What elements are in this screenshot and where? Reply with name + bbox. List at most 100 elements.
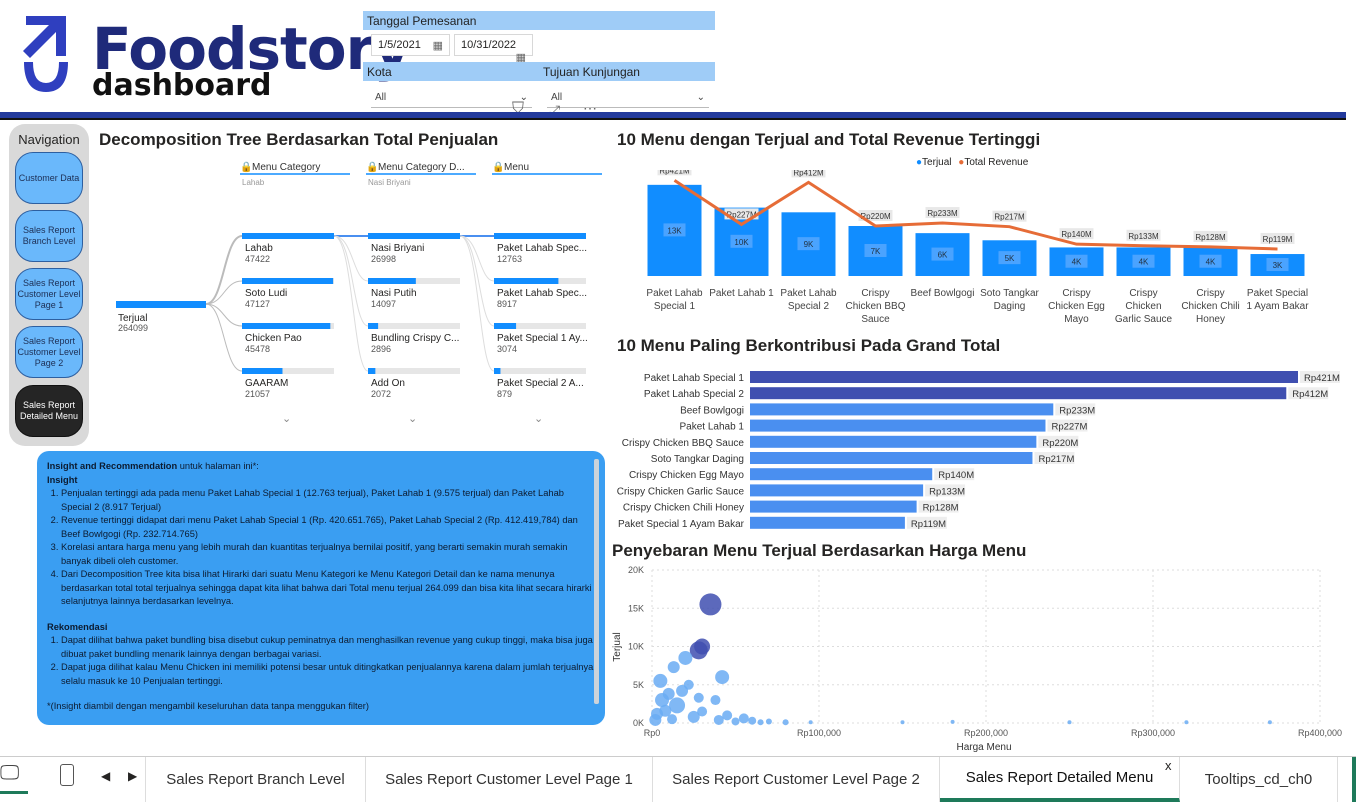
nav-branch-level-button[interactable]: Sales Report Branch Level — [15, 210, 83, 262]
x-tick-label: Garlic Sauce — [1115, 314, 1173, 325]
chevron-down-icon: ⌄ — [408, 413, 417, 425]
scatter-point — [699, 593, 722, 616]
hbar — [750, 371, 1298, 383]
hbar — [750, 387, 1287, 400]
desktop-view-icon[interactable]: 🖵 — [0, 762, 19, 785]
x-tick-label: Chicken Chili — [1181, 301, 1239, 312]
insight-scrollbar[interactable] — [594, 459, 599, 704]
x-tick-label: Crispy — [1062, 288, 1090, 299]
nav-customer-level-page2-button[interactable]: Sales Report Customer Level Page 2 — [15, 326, 83, 378]
level-subtitle: Lahab — [242, 178, 265, 187]
close-tab-icon[interactable]: x — [1165, 758, 1172, 773]
x-tick-label: Crispy — [861, 288, 889, 299]
tab-branch-level[interactable]: Sales Report Branch Level — [146, 757, 366, 802]
y-tick-label: 5K — [633, 680, 644, 690]
category-label: Crispy Chicken Garlic Sauce — [617, 486, 745, 497]
scatter-point — [748, 716, 757, 725]
insight-heading-rest: untuk halaman ini*: — [177, 461, 259, 471]
scatter-point — [678, 650, 693, 665]
lock-icon: 🔒 — [240, 161, 252, 173]
line-data-label: Rp128M — [1195, 233, 1226, 242]
tree-node-label: Paket Special 1 Ay... — [497, 333, 588, 344]
tab-tooltips[interactable]: Tooltips_cd_ch0 — [1180, 757, 1338, 802]
chevron-down-icon: ⌄ — [534, 413, 543, 425]
category-label: Crispy Chicken Chili Honey — [623, 503, 744, 514]
hbar — [750, 468, 933, 481]
tab-customer-level-page2[interactable]: Sales Report Customer Level Page 2 — [653, 757, 940, 802]
rec-item: Dapat juga dilihat kalau Menu Chicken in… — [61, 661, 595, 688]
next-page-icon[interactable]: ▶ — [128, 769, 137, 783]
tree-node-bar — [368, 323, 379, 329]
tree-connector — [459, 235, 495, 327]
hbar-data-label: Rp421M — [1304, 373, 1340, 384]
hbar — [750, 500, 917, 513]
scatter-point — [765, 718, 772, 725]
tab-detailed-menu[interactable]: Sales Report Detailed Menu — [940, 757, 1180, 802]
scatter-point — [667, 661, 680, 674]
y-tick-label: 20K — [628, 565, 644, 575]
tree-node-track — [368, 323, 460, 329]
tab-scroll-indicator[interactable] — [1352, 757, 1356, 802]
tree-connector — [459, 235, 495, 372]
x-tick-label: Soto Tangkar — [980, 288, 1039, 299]
calendar-icon[interactable]: ▦ — [433, 39, 443, 52]
tree-node-value: 12763 — [497, 254, 522, 264]
lock-icon: 🔒 — [366, 161, 378, 173]
x-axis-title: Harga Menu — [956, 742, 1011, 753]
scatter-point — [667, 714, 678, 725]
x-tick-label: Rp400,000 — [1298, 728, 1342, 738]
level-header: Menu — [504, 162, 529, 173]
date-from-value: 1/5/2021 — [378, 39, 421, 51]
scatter-chart[interactable]: 0K 5K 10K 15K 20K Rp0 Rp100,000 Rp200,000 Rp300,… — [606, 562, 1346, 756]
x-tick-label: Rp200,000 — [964, 728, 1008, 738]
y-axis-title: Terjual — [612, 632, 623, 661]
tree-node-track — [494, 368, 586, 374]
tree-node-label: Add On — [371, 378, 405, 389]
nav-detailed-menu-button[interactable]: Sales Report Detailed Menu — [15, 385, 83, 437]
kota-dropdown[interactable]: All ⌄ — [371, 86, 532, 108]
category-label: Paket Lahab Special 1 — [644, 373, 745, 384]
hbar-data-label: Rp128M — [923, 503, 959, 514]
tree-node-value: 26998 — [371, 254, 396, 264]
scatter-point — [649, 713, 662, 726]
y-tick-label: 10K — [628, 642, 644, 652]
bar-data-label: 4K — [1206, 258, 1216, 267]
nav-customer-level-page1-button[interactable]: Sales Report Customer Level Page 1 — [15, 268, 83, 320]
tree-node-value: 2896 — [371, 344, 391, 354]
date-to-input[interactable]: 10/31/2022 ▦ — [454, 34, 533, 64]
tree-node-bar — [242, 323, 331, 329]
category-label: Soto Tangkar Daging — [651, 454, 744, 465]
insight-panel: Insight and Recommendation untuk halaman… — [37, 451, 605, 725]
x-tick-label: Special 1 — [654, 301, 696, 312]
x-tick-label: Paket Lahab — [646, 288, 703, 299]
x-tick-label: Beef Bowlgogi — [911, 288, 975, 299]
tree-node-label: GAARAM — [245, 378, 288, 389]
tree-node-value: 14097 — [371, 299, 396, 309]
date-from-input[interactable]: 1/5/2021 ▦ — [371, 34, 450, 56]
tujuan-dropdown[interactable]: All ⌄ — [547, 86, 709, 108]
insight-item: Revenue tertinggi didapat dari menu Pake… — [61, 514, 595, 541]
horizontal-bar-chart[interactable]: Paket Lahab Special 1 Rp421M Paket Lahab S… — [612, 366, 1342, 532]
chart3-title: Penyebaran Menu Terjual Berdasarkan Harg… — [612, 541, 1027, 560]
nav-customer-data-button[interactable]: Customer Data — [15, 152, 83, 204]
scatter-point — [676, 684, 689, 697]
x-tick-label: 1 Ayam Bakar — [1246, 301, 1309, 312]
chart1-legend: ●Terjual ●Total Revenue — [916, 157, 1028, 168]
scatter-point — [689, 641, 708, 660]
category-label: Paket Special 1 Ayam Bakar — [618, 519, 745, 530]
hbar-data-label: Rp133M — [929, 486, 965, 497]
date-filter-label: Tanggal Pemesanan — [363, 11, 715, 30]
tab-customer-level-page1[interactable]: Sales Report Customer Level Page 1 — [366, 757, 653, 802]
scatter-point — [1067, 720, 1072, 725]
mobile-view-icon[interactable] — [60, 764, 74, 786]
tree-node-label: Paket Special 2 A... — [497, 378, 584, 389]
hbar-data-label: Rp412M — [1292, 389, 1328, 400]
tree-node-label: Nasi Briyani — [371, 243, 424, 254]
prev-page-icon[interactable]: ◀ — [101, 769, 110, 783]
tree-connector — [205, 303, 243, 372]
scatter-point — [950, 719, 955, 724]
hbar — [750, 403, 1054, 416]
combo-chart[interactable]: 13KRp421MPaket LahabSpecial 110KRp227MPa… — [612, 170, 1332, 335]
decomposition-tree[interactable]: 🔒 Menu CategoryLahab🔒 Menu Category D...Na… — [96, 150, 606, 450]
tree-connector — [205, 235, 243, 305]
